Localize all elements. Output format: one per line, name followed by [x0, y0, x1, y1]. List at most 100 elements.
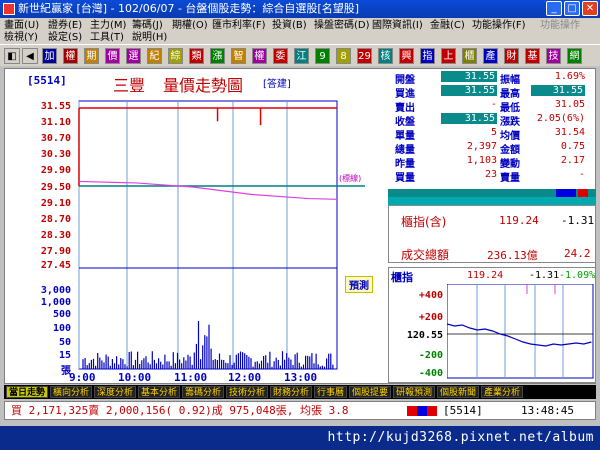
- quote-label: 振幅: [500, 75, 520, 86]
- otc-index-value: 119.24: [499, 214, 539, 227]
- menu-settings[interactable]: 設定(S): [48, 31, 82, 44]
- mini-plot-frame: [447, 284, 594, 379]
- menu-investment[interactable]: 投資(B): [272, 19, 307, 32]
- toolbar-button[interactable]: 9: [315, 48, 330, 64]
- toolbar-button[interactable]: 期: [84, 48, 99, 64]
- time-tick-label: 12:00: [228, 371, 262, 384]
- quote-row: 單量 5 均價 31.54: [389, 127, 589, 142]
- volume-tick-label: 張: [61, 366, 71, 377]
- time-tick-label: 10:00: [118, 371, 152, 384]
- tab-9[interactable]: 研報預測: [393, 386, 436, 398]
- tab-2[interactable]: 深度分析: [94, 386, 137, 398]
- minimize-icon[interactable]: _: [546, 1, 562, 16]
- status-flag-red: [407, 406, 417, 416]
- price-tick-label: 28.70: [40, 214, 71, 225]
- toolbar-button[interactable]: 核: [378, 48, 393, 64]
- menu-trading-code[interactable]: 操盤密碼(D): [314, 19, 370, 32]
- quote-label: 賣出: [395, 103, 415, 114]
- menu-options[interactable]: 期權(O): [172, 19, 208, 32]
- toolbar-button[interactable]: 加: [42, 48, 57, 64]
- volume-tick-label: 1,000: [40, 297, 71, 308]
- toolbar-button[interactable]: 權: [252, 48, 267, 64]
- tab-8[interactable]: 個股提要: [349, 386, 392, 398]
- quote-value: -: [490, 99, 497, 110]
- quote-row: 賣出 - 最低 31.05: [389, 99, 589, 114]
- mini-chart-label: 櫃指: [391, 271, 413, 284]
- quote-row: 買進 31.55 最高 31.55: [389, 85, 589, 100]
- tab-11[interactable]: 產業分析: [481, 386, 524, 398]
- toolbar-button[interactable]: 權: [63, 48, 78, 64]
- menu-help[interactable]: 說明(H): [132, 31, 167, 44]
- toolbar-button[interactable]: 技: [546, 48, 561, 64]
- menu-forex-rates[interactable]: 匯市利率(F): [212, 19, 266, 32]
- menu-inspect[interactable]: 檢視(Y): [4, 31, 38, 44]
- toolbar-home-icon[interactable]: ◧: [4, 48, 20, 64]
- toolbar-button[interactable]: 財: [504, 48, 519, 64]
- quote-value: 31.55: [441, 85, 497, 96]
- toolbar-button[interactable]: 紀: [147, 48, 162, 64]
- toolbar-button[interactable]: 興: [399, 48, 414, 64]
- price-tick-label: 29.10: [40, 198, 71, 209]
- menu-tools[interactable]: 工具(T): [90, 31, 124, 44]
- menu-functions[interactable]: 功能操作(F): [472, 19, 526, 32]
- toolbar-button[interactable]: 指: [420, 48, 435, 64]
- mini-axis-label: -400: [418, 368, 443, 379]
- tab-7[interactable]: 行事曆: [314, 386, 348, 398]
- menu-functions-secondary[interactable]: 功能操作: [540, 19, 580, 32]
- menu-finance[interactable]: 金融(C): [430, 19, 465, 32]
- quote-label: 最高: [500, 89, 520, 100]
- time-tick-label: 13:00: [284, 371, 318, 384]
- quote-value: 31.55: [531, 85, 585, 96]
- tab-5[interactable]: 技術分析: [226, 386, 269, 398]
- maximize-icon[interactable]: □: [564, 1, 580, 16]
- toolbar-button[interactable]: 委: [273, 48, 288, 64]
- reference-line-label: (標線): [339, 174, 362, 183]
- menu-intl-info[interactable]: 國際資訊(I): [372, 19, 423, 32]
- toolbar-button[interactable]: 櫃: [462, 48, 477, 64]
- quote-row: 買量 23 賣量 -: [389, 169, 589, 184]
- buy-bar: [556, 189, 576, 197]
- volume-bar-strip: [388, 189, 596, 205]
- toolbar-button[interactable]: 漲: [210, 48, 225, 64]
- toolbar-button[interactable]: 綜: [168, 48, 183, 64]
- quote-label: 均價: [500, 131, 520, 142]
- volume-tick-label: 500: [52, 309, 71, 320]
- toolbar-button[interactable]: 類: [189, 48, 204, 64]
- quote-value: 2.17: [560, 155, 585, 166]
- tab-10[interactable]: 個股新聞: [437, 386, 480, 398]
- toolbar-button[interactable]: 基: [525, 48, 540, 64]
- tab-4[interactable]: 籌碼分析: [182, 386, 225, 398]
- quote-value: 2.05(6%): [536, 113, 585, 124]
- mini-axis-label: -200: [418, 350, 443, 361]
- quote-label: 總量: [395, 145, 415, 156]
- quote-row: 昨量 1,103 變動 2.17: [389, 155, 589, 170]
- quote-label: 買量: [395, 173, 415, 184]
- mini-axis-label: 120.55: [406, 330, 443, 341]
- toolbar-button[interactable]: 選: [126, 48, 141, 64]
- price-tick-label: 27.45: [40, 260, 71, 271]
- tab-1[interactable]: 橫向分析: [50, 386, 93, 398]
- toolbar-button[interactable]: 智: [231, 48, 246, 64]
- toolbar-button[interactable]: 上: [441, 48, 456, 64]
- tab-0[interactable]: 當日走勢: [6, 386, 49, 398]
- toolbar-button[interactable]: 產: [483, 48, 498, 64]
- title-bar: 新世紀贏家 [台灣] - 102/06/07 - 台盤個股走勢：綜合自選股[名望…: [0, 0, 600, 18]
- toolbar-button[interactable]: 價: [105, 48, 120, 64]
- sell-bar: [578, 189, 588, 197]
- quote-label: 金額: [500, 145, 520, 156]
- tab-6[interactable]: 財務分析: [270, 386, 313, 398]
- predict-button[interactable]: 預測: [345, 276, 373, 293]
- close-icon[interactable]: ✕: [582, 1, 598, 16]
- mini-index-chart: 櫃指 119.24 -1.31 -1.09% +400 +200 120.55 -20…: [388, 267, 596, 383]
- plot-frame: [78, 100, 338, 370]
- tab-3[interactable]: 基本分析: [138, 386, 181, 398]
- price-tick-label: 29.50: [40, 182, 71, 193]
- toolbar-button[interactable]: 網: [567, 48, 582, 64]
- mini-chart-pct: -1.09%: [559, 270, 596, 281]
- toolbar-button[interactable]: 29: [357, 48, 372, 64]
- toolbar: ◧ ◀ 加權期價選紀綜類漲智權委江 9 8 29 核興指上櫃產財基技網: [0, 44, 600, 66]
- toolbar-button[interactable]: 8: [336, 48, 351, 64]
- toolbar-button[interactable]: 江: [294, 48, 309, 64]
- balance-bar: [388, 197, 596, 205]
- toolbar-back-icon[interactable]: ◀: [22, 48, 38, 64]
